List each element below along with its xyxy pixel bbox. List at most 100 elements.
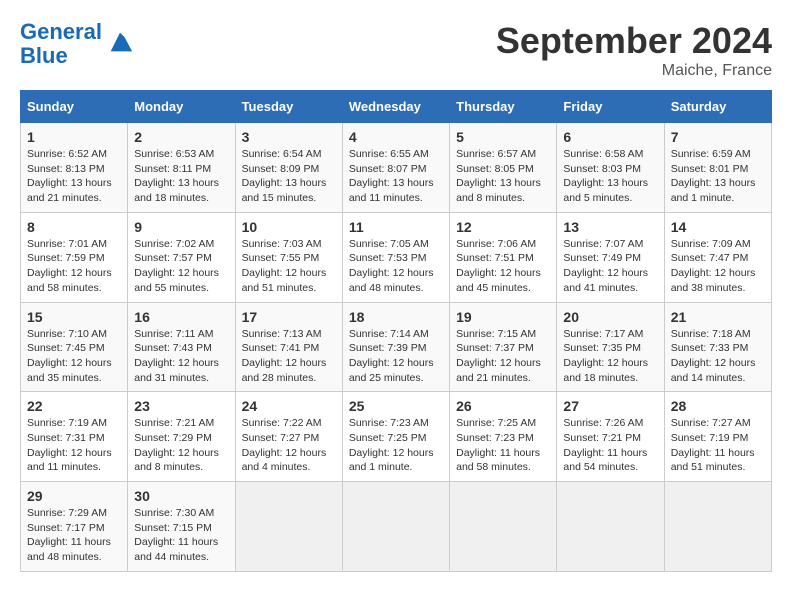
calendar-cell: 24Sunrise: 7:22 AMSunset: 7:27 PMDayligh… <box>235 392 342 482</box>
calendar-cell: 3 Sunrise: 6:54 AMSunset: 8:09 PMDaylight… <box>235 123 342 213</box>
logo-line2: Blue <box>20 43 68 68</box>
day-number: 21 <box>671 309 765 325</box>
calendar-cell: 21Sunrise: 7:18 AMSunset: 7:33 PMDayligh… <box>664 302 771 392</box>
calendar-cell: 15 Sunrise: 7:10 AMSunset: 7:45 PMDayligh… <box>21 302 128 392</box>
calendar-cell: 25Sunrise: 7:23 AMSunset: 7:25 PMDayligh… <box>342 392 449 482</box>
calendar-cell: 30 Sunrise: 7:30 AMSunset: 7:15 PMDayligh… <box>128 482 235 572</box>
calendar-cell: 29Sunrise: 7:29 AMSunset: 7:17 PMDayligh… <box>21 482 128 572</box>
day-number: 15 <box>27 309 121 325</box>
day-info: Sunrise: 7:01 AMSunset: 7:59 PMDaylight:… <box>27 237 121 296</box>
day-info: Sunrise: 7:15 AMSunset: 7:37 PMDaylight:… <box>456 327 550 386</box>
day-info: Sunrise: 7:25 AMSunset: 7:23 PMDaylight:… <box>456 416 550 475</box>
day-number: 17 <box>242 309 336 325</box>
day-info: Sunrise: 7:09 AMSunset: 7:47 PMDaylight:… <box>671 237 765 296</box>
calendar-cell: 23 Sunrise: 7:21 AMSunset: 7:29 PMDayligh… <box>128 392 235 482</box>
calendar-cell: 27 Sunrise: 7:26 AMSunset: 7:21 PMDayligh… <box>557 392 664 482</box>
day-number: 3 <box>242 129 336 145</box>
logo-line1: General <box>20 19 102 44</box>
weekday-header-sunday: Sunday <box>21 91 128 123</box>
calendar-cell: 7Sunrise: 6:59 AMSunset: 8:01 PMDaylight… <box>664 123 771 213</box>
calendar-cell <box>664 482 771 572</box>
day-number: 22 <box>27 398 121 414</box>
day-number: 6 <box>563 129 657 145</box>
logo-icon <box>106 28 134 56</box>
calendar-cell: 28 Sunrise: 7:27 AMSunset: 7:19 PMDayligh… <box>664 392 771 482</box>
day-info: Sunrise: 7:06 AMSunset: 7:51 PMDaylight:… <box>456 237 550 296</box>
day-info: Sunrise: 6:55 AMSunset: 8:07 PMDaylight:… <box>349 147 443 206</box>
day-number: 19 <box>456 309 550 325</box>
weekday-header-saturday: Saturday <box>664 91 771 123</box>
day-number: 20 <box>563 309 657 325</box>
weekday-header-tuesday: Tuesday <box>235 91 342 123</box>
day-info: Sunrise: 7:30 AMSunset: 7:15 PMDaylight:… <box>134 506 228 565</box>
calendar-week-5: 29Sunrise: 7:29 AMSunset: 7:17 PMDayligh… <box>21 482 772 572</box>
calendar-header: SundayMondayTuesdayWednesdayThursdayFrid… <box>21 91 772 123</box>
day-info: Sunrise: 7:11 AMSunset: 7:43 PMDaylight:… <box>134 327 228 386</box>
day-info: Sunrise: 7:10 AMSunset: 7:45 PMDaylight:… <box>27 327 121 386</box>
calendar-week-3: 15 Sunrise: 7:10 AMSunset: 7:45 PMDayligh… <box>21 302 772 392</box>
day-info: Sunrise: 6:52 AMSunset: 8:13 PMDaylight:… <box>27 147 121 206</box>
day-info: Sunrise: 7:26 AMSunset: 7:21 PMDaylight:… <box>563 416 657 475</box>
calendar-cell: 20 Sunrise: 7:17 AMSunset: 7:35 PMDayligh… <box>557 302 664 392</box>
calendar-cell: 17 Sunrise: 7:13 AMSunset: 7:41 PMDayligh… <box>235 302 342 392</box>
calendar-week-2: 8 Sunrise: 7:01 AMSunset: 7:59 PMDaylight… <box>21 212 772 302</box>
day-info: Sunrise: 7:05 AMSunset: 7:53 PMDaylight:… <box>349 237 443 296</box>
weekday-header-friday: Friday <box>557 91 664 123</box>
day-number: 23 <box>134 398 228 414</box>
calendar-cell: 14 Sunrise: 7:09 AMSunset: 7:47 PMDayligh… <box>664 212 771 302</box>
calendar-cell: 26 Sunrise: 7:25 AMSunset: 7:23 PMDayligh… <box>450 392 557 482</box>
day-info: Sunrise: 7:17 AMSunset: 7:35 PMDaylight:… <box>563 327 657 386</box>
calendar-cell: 10 Sunrise: 7:03 AMSunset: 7:55 PMDayligh… <box>235 212 342 302</box>
day-number: 9 <box>134 219 228 235</box>
day-info: Sunrise: 7:07 AMSunset: 7:49 PMDaylight:… <box>563 237 657 296</box>
day-number: 10 <box>242 219 336 235</box>
calendar-table: SundayMondayTuesdayWednesdayThursdayFrid… <box>20 90 772 572</box>
day-number: 11 <box>349 219 443 235</box>
day-info: Sunrise: 6:57 AMSunset: 8:05 PMDaylight:… <box>456 147 550 206</box>
day-number: 28 <box>671 398 765 414</box>
day-info: Sunrise: 7:23 AMSunset: 7:25 PMDaylight:… <box>349 416 443 475</box>
calendar-cell <box>235 482 342 572</box>
day-number: 14 <box>671 219 765 235</box>
day-info: Sunrise: 7:13 AMSunset: 7:41 PMDaylight:… <box>242 327 336 386</box>
weekday-header-thursday: Thursday <box>450 91 557 123</box>
day-info: Sunrise: 6:54 AMSunset: 8:09 PMDaylight:… <box>242 147 336 206</box>
calendar-cell: 11 Sunrise: 7:05 AMSunset: 7:53 PMDayligh… <box>342 212 449 302</box>
weekday-header-monday: Monday <box>128 91 235 123</box>
day-info: Sunrise: 6:58 AMSunset: 8:03 PMDaylight:… <box>563 147 657 206</box>
day-number: 12 <box>456 219 550 235</box>
calendar-cell: 16 Sunrise: 7:11 AMSunset: 7:43 PMDayligh… <box>128 302 235 392</box>
calendar-week-1: 1Sunrise: 6:52 AMSunset: 8:13 PMDaylight… <box>21 123 772 213</box>
day-number: 26 <box>456 398 550 414</box>
calendar-cell: 5 Sunrise: 6:57 AMSunset: 8:05 PMDaylight… <box>450 123 557 213</box>
day-number: 2 <box>134 129 228 145</box>
day-number: 27 <box>563 398 657 414</box>
day-info: Sunrise: 7:27 AMSunset: 7:19 PMDaylight:… <box>671 416 765 475</box>
calendar-cell <box>557 482 664 572</box>
calendar-week-4: 22 Sunrise: 7:19 AMSunset: 7:31 PMDayligh… <box>21 392 772 482</box>
calendar-cell: 8 Sunrise: 7:01 AMSunset: 7:59 PMDaylight… <box>21 212 128 302</box>
calendar-cell: 4 Sunrise: 6:55 AMSunset: 8:07 PMDaylight… <box>342 123 449 213</box>
calendar-cell: 13 Sunrise: 7:07 AMSunset: 7:49 PMDayligh… <box>557 212 664 302</box>
day-number: 5 <box>456 129 550 145</box>
day-info: Sunrise: 7:14 AMSunset: 7:39 PMDaylight:… <box>349 327 443 386</box>
day-number: 13 <box>563 219 657 235</box>
day-number: 30 <box>134 488 228 504</box>
day-number: 24 <box>242 398 336 414</box>
calendar-cell: 6 Sunrise: 6:58 AMSunset: 8:03 PMDaylight… <box>557 123 664 213</box>
day-number: 4 <box>349 129 443 145</box>
title-area: September 2024 Maiche, France <box>496 20 772 80</box>
day-number: 16 <box>134 309 228 325</box>
day-number: 8 <box>27 219 121 235</box>
day-info: Sunrise: 7:29 AMSunset: 7:17 PMDaylight:… <box>27 506 121 565</box>
day-info: Sunrise: 7:03 AMSunset: 7:55 PMDaylight:… <box>242 237 336 296</box>
logo: General Blue <box>20 20 134 68</box>
calendar-cell: 19 Sunrise: 7:15 AMSunset: 7:37 PMDayligh… <box>450 302 557 392</box>
day-info: Sunrise: 7:19 AMSunset: 7:31 PMDaylight:… <box>27 416 121 475</box>
weekday-header-wednesday: Wednesday <box>342 91 449 123</box>
day-number: 18 <box>349 309 443 325</box>
calendar-cell: 2Sunrise: 6:53 AMSunset: 8:11 PMDaylight… <box>128 123 235 213</box>
header: General Blue September 2024 Maiche, Fran… <box>20 20 772 80</box>
calendar-cell <box>450 482 557 572</box>
day-info: Sunrise: 7:21 AMSunset: 7:29 PMDaylight:… <box>134 416 228 475</box>
